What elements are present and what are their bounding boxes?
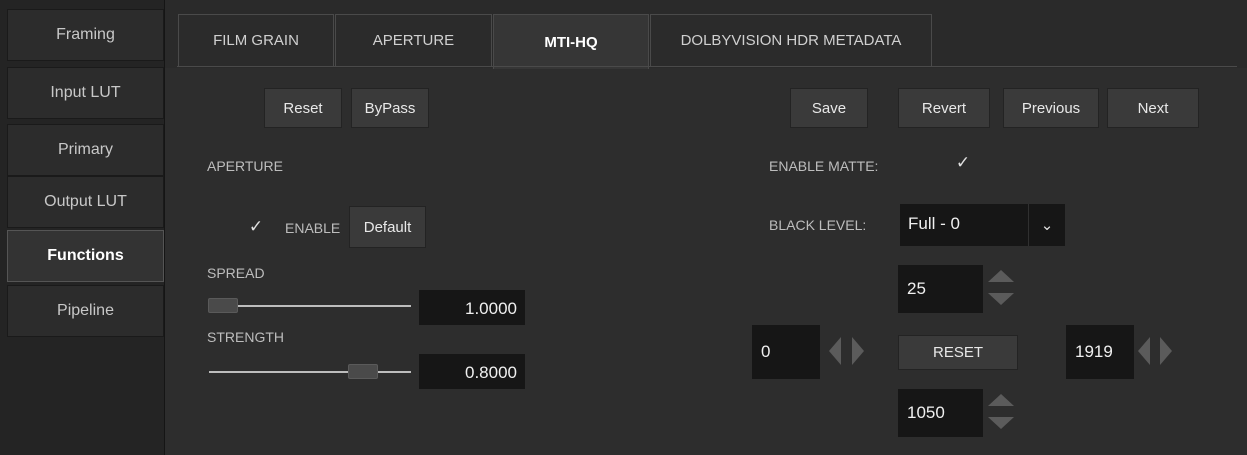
sidebar-item-label: Input LUT [50, 84, 121, 101]
revert-button-label: Revert [921, 99, 967, 117]
left-increase-arrow-icon[interactable] [852, 337, 864, 365]
matte-left-field[interactable]: 0 [752, 325, 820, 379]
chevron-down-icon[interactable]: ⌄ [1028, 204, 1065, 246]
matte-top-field[interactable]: 25 [898, 265, 983, 313]
strength-value: 0.8000 [465, 363, 517, 382]
revert-button[interactable]: Revert [898, 88, 990, 128]
black-level-label: BLACK LEVEL: [769, 217, 867, 233]
enable-matte-label: ENABLE MATTE: [769, 158, 879, 174]
matte-right-field[interactable]: 1919 [1066, 325, 1134, 379]
check-icon: ✓ [248, 217, 264, 236]
aperture-enable-label: ENABLE [285, 220, 341, 236]
sidebar-divider [164, 0, 165, 455]
enable-matte-checkbox[interactable]: ✓ [954, 154, 972, 172]
strength-slider-track[interactable] [209, 371, 411, 373]
sidebar-item-label: Functions [47, 247, 124, 264]
spread-slider-track[interactable] [209, 305, 411, 307]
matte-bottom-value: 1050 [907, 403, 945, 422]
right-decrease-arrow-icon[interactable] [1138, 337, 1150, 365]
bottom-down-arrow-icon[interactable] [988, 417, 1014, 429]
matte-bottom-field[interactable]: 1050 [898, 389, 983, 437]
sidebar-item-label: Primary [57, 141, 114, 158]
sidebar: Framing Input LUT Primary Output LUT Fun… [0, 0, 165, 455]
save-button-label: Save [811, 99, 847, 117]
aperture-section-label: APERTURE [207, 158, 283, 174]
tab-label: MTI-HQ [544, 33, 598, 51]
matte-right-value: 1919 [1075, 342, 1113, 361]
sidebar-item-functions[interactable]: Functions [7, 230, 164, 282]
sidebar-item-label: Framing [56, 26, 115, 43]
aperture-enable-checkbox[interactable]: ✓ [247, 218, 265, 236]
reset-button-label: Reset [283, 99, 323, 117]
left-decrease-arrow-icon[interactable] [829, 337, 841, 365]
matte-reset-button[interactable]: RESET [898, 335, 1018, 370]
right-increase-arrow-icon[interactable] [1160, 337, 1172, 365]
matte-reset-label: RESET [932, 344, 983, 361]
spread-label: SPREAD [207, 265, 265, 281]
bypass-button-label: ByPass [364, 99, 416, 117]
previous-button-label: Previous [1021, 99, 1081, 117]
tab-baseline [177, 66, 1237, 67]
strength-slider-handle[interactable] [348, 364, 378, 379]
tab-label: APERTURE [372, 32, 455, 49]
matte-top-value: 25 [907, 279, 926, 298]
next-button[interactable]: Next [1107, 88, 1199, 128]
bypass-button[interactable]: ByPass [351, 88, 429, 128]
sidebar-item-output-lut[interactable]: Output LUT [7, 176, 164, 228]
next-button-label: Next [1137, 99, 1169, 117]
sidebar-item-label: Pipeline [57, 302, 114, 319]
reset-button[interactable]: Reset [264, 88, 342, 128]
strength-label: STRENGTH [207, 329, 284, 345]
top-down-arrow-icon[interactable] [988, 293, 1014, 305]
sidebar-item-primary[interactable]: Primary [7, 124, 164, 176]
default-button-label: Default [363, 218, 412, 236]
default-button[interactable]: Default [349, 206, 426, 248]
matte-left-value: 0 [761, 342, 771, 361]
spread-slider-handle[interactable] [208, 298, 238, 313]
spread-value-field[interactable]: 1.0000 [419, 290, 525, 325]
sidebar-item-input-lut[interactable]: Input LUT [7, 67, 164, 119]
black-level-value: Full - 0 [908, 214, 960, 233]
tab-dolbyvision-hdr-metadata[interactable]: DOLBYVISION HDR METADATA [650, 14, 932, 66]
previous-button[interactable]: Previous [1003, 88, 1099, 128]
check-icon: ✓ [955, 153, 971, 172]
save-button[interactable]: Save [790, 88, 868, 128]
sidebar-item-label: Output LUT [44, 193, 127, 210]
tab-label: DOLBYVISION HDR METADATA [680, 32, 902, 49]
black-level-dropdown[interactable]: Full - 0 ⌄ [900, 204, 1065, 246]
bottom-up-arrow-icon[interactable] [988, 394, 1014, 406]
tab-aperture[interactable]: APERTURE [335, 14, 492, 66]
sidebar-item-framing[interactable]: Framing [7, 9, 164, 61]
tab-mti-hq[interactable]: MTI-HQ [493, 14, 649, 69]
tab-film-grain[interactable]: FILM GRAIN [178, 14, 334, 66]
tab-label: FILM GRAIN [213, 32, 299, 49]
strength-value-field[interactable]: 0.8000 [419, 354, 525, 389]
chevron-down-glyph: ⌄ [1040, 217, 1054, 234]
top-up-arrow-icon[interactable] [988, 270, 1014, 282]
spread-value: 1.0000 [465, 299, 517, 318]
sidebar-item-pipeline[interactable]: Pipeline [7, 285, 164, 337]
